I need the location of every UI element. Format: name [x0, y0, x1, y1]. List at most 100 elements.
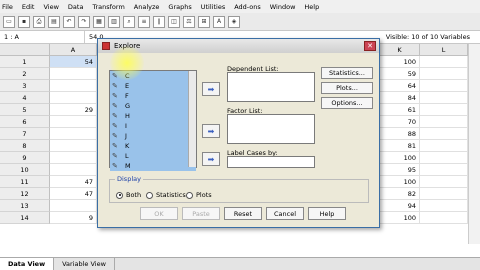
cell-l[interactable]: [420, 188, 468, 200]
cell-k[interactable]: 94: [380, 200, 420, 212]
cell-l[interactable]: [420, 92, 468, 104]
dialog-recall-icon[interactable]: ▤: [48, 15, 60, 28]
radio-both[interactable]: Both: [116, 191, 141, 199]
cell-k[interactable]: 84: [380, 92, 420, 104]
variable-item[interactable]: ✎ C: [110, 71, 196, 81]
row-header[interactable]: 8: [0, 140, 50, 152]
cell-k[interactable]: 59: [380, 68, 420, 80]
column-header-a[interactable]: A: [50, 44, 97, 56]
save-icon[interactable]: ▪: [18, 15, 30, 28]
variable-item[interactable]: ✎ F: [110, 91, 196, 101]
variable-item[interactable]: ✎ J: [110, 131, 196, 141]
cell-l[interactable]: [420, 104, 468, 116]
cell-a[interactable]: [50, 92, 97, 104]
cell-k[interactable]: 100: [380, 152, 420, 164]
close-icon[interactable]: ✕: [364, 41, 376, 51]
cell-k[interactable]: 81: [380, 140, 420, 152]
variable-list-scrollbar[interactable]: [188, 71, 196, 167]
cell-a[interactable]: [50, 116, 97, 128]
cell-k[interactable]: 100: [380, 212, 420, 224]
cell-l[interactable]: [420, 212, 468, 224]
variable-item[interactable]: ✎ L: [110, 151, 196, 161]
cell-a[interactable]: [50, 68, 97, 80]
menu-file[interactable]: File: [2, 3, 13, 11]
cell-l[interactable]: [420, 200, 468, 212]
split-file-icon[interactable]: ◫: [168, 15, 180, 28]
row-header[interactable]: 3: [0, 80, 50, 92]
weight-cases-icon[interactable]: ⚖: [183, 15, 195, 28]
move-to-dependent-button[interactable]: ➡: [202, 82, 220, 96]
cell-a[interactable]: 9: [50, 212, 97, 224]
row-header[interactable]: 1: [0, 56, 50, 68]
cell-k[interactable]: 95: [380, 164, 420, 176]
variable-item[interactable]: ✎ I: [110, 121, 196, 131]
factor-list-box[interactable]: [227, 114, 315, 144]
cell-k[interactable]: 64: [380, 80, 420, 92]
menu-view[interactable]: View: [43, 3, 58, 11]
cell-a[interactable]: 47: [50, 188, 97, 200]
move-to-factor-button[interactable]: ➡: [202, 124, 220, 138]
variable-item[interactable]: ✎ G: [110, 101, 196, 111]
cell-a[interactable]: 29: [50, 104, 97, 116]
menu-graphs[interactable]: Graphs: [168, 3, 191, 11]
menu-window[interactable]: Window: [270, 3, 296, 11]
label-cases-box[interactable]: [227, 156, 315, 168]
cell-a[interactable]: 47: [50, 176, 97, 188]
menu-analyze[interactable]: Analyze: [134, 3, 160, 11]
row-header[interactable]: 9: [0, 152, 50, 164]
menu-utilities[interactable]: Utilities: [201, 3, 225, 11]
cell-a[interactable]: [50, 128, 97, 140]
goto-case-icon[interactable]: ▦: [93, 15, 105, 28]
variables-icon[interactable]: ▥: [108, 15, 120, 28]
menu-addons[interactable]: Add-ons: [234, 3, 261, 11]
cell-k[interactable]: 82: [380, 188, 420, 200]
find-icon[interactable]: ⌕: [123, 15, 135, 28]
redo-icon[interactable]: ↷: [78, 15, 90, 28]
column-header-k[interactable]: K: [380, 44, 420, 56]
cell-k[interactable]: 61: [380, 104, 420, 116]
ok-button[interactable]: OK: [140, 207, 178, 220]
insert-cases-icon[interactable]: ≡: [138, 15, 150, 28]
help-button[interactable]: Help: [308, 207, 346, 220]
row-header[interactable]: 10: [0, 164, 50, 176]
cell-l[interactable]: [420, 68, 468, 80]
cell-k[interactable]: 100: [380, 176, 420, 188]
statistics-button[interactable]: Statistics...: [321, 67, 373, 79]
cancel-button[interactable]: Cancel: [266, 207, 304, 220]
menu-edit[interactable]: Edit: [22, 3, 35, 11]
cell-k[interactable]: 88: [380, 128, 420, 140]
cell-a[interactable]: [50, 140, 97, 152]
cell-l[interactable]: [420, 176, 468, 188]
row-header[interactable]: 6: [0, 116, 50, 128]
cell-a[interactable]: [50, 152, 97, 164]
cell-l[interactable]: [420, 140, 468, 152]
variable-item[interactable]: ✎ H: [110, 111, 196, 121]
open-icon[interactable]: ▭: [3, 15, 15, 28]
tab-data-view[interactable]: Data View: [0, 258, 55, 270]
undo-icon[interactable]: ↶: [63, 15, 75, 28]
cell-l[interactable]: [420, 56, 468, 68]
row-header[interactable]: 5: [0, 104, 50, 116]
plots-button[interactable]: Plots...: [321, 82, 373, 94]
cell-a[interactable]: [50, 80, 97, 92]
cell-k[interactable]: 70: [380, 116, 420, 128]
row-header[interactable]: 12: [0, 188, 50, 200]
variable-item[interactable]: ✎ K: [110, 141, 196, 151]
column-header-l[interactable]: L: [420, 44, 468, 56]
variable-item[interactable]: ✎ E: [110, 81, 196, 91]
paste-button[interactable]: Paste: [182, 207, 220, 220]
reset-button[interactable]: Reset: [224, 207, 262, 220]
row-header[interactable]: 13: [0, 200, 50, 212]
dependent-list-box[interactable]: [227, 72, 315, 102]
move-to-label-button[interactable]: ➡: [202, 152, 220, 166]
print-icon[interactable]: ⎙: [33, 15, 45, 28]
cell-k[interactable]: 100: [380, 56, 420, 68]
cell-a[interactable]: [50, 164, 97, 176]
cell-l[interactable]: [420, 128, 468, 140]
cell-a[interactable]: 54: [50, 56, 97, 68]
select-cases-icon[interactable]: ⊞: [198, 15, 210, 28]
row-header[interactable]: 2: [0, 68, 50, 80]
options-button[interactable]: Options...: [321, 97, 373, 109]
row-header[interactable]: 14: [0, 212, 50, 224]
row-header[interactable]: 7: [0, 128, 50, 140]
